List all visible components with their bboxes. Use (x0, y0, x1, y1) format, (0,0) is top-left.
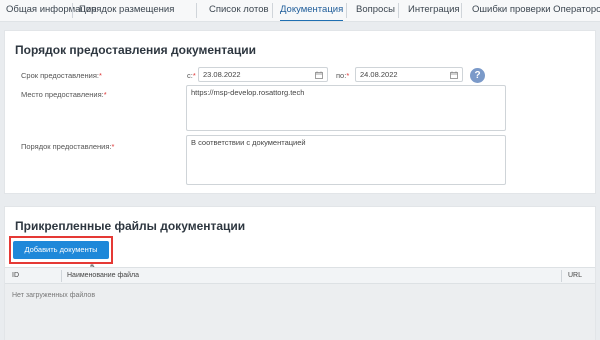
column-url[interactable]: URL (568, 272, 582, 279)
column-file-name[interactable]: Наименование файла (67, 272, 139, 279)
files-table-header: ID Наименование файла URL (5, 267, 595, 284)
date-to-input[interactable]: 24.08.2022 (355, 67, 463, 82)
tab-divider (272, 3, 273, 18)
tab-lot-list[interactable]: Список лотов (209, 0, 269, 21)
from-label: с:* (187, 71, 196, 80)
date-to-value: 24.08.2022 (360, 70, 398, 79)
tab-placement-order[interactable]: Порядок размещения (79, 0, 174, 21)
files-table-body: Нет загруженных файлов (5, 284, 595, 340)
tab-divider (196, 3, 197, 18)
procedure-textarea[interactable]: В соответствии с документацией (186, 135, 506, 185)
tab-bar: Общая информация Порядок размещения Спис… (0, 0, 600, 22)
tab-divider (398, 3, 399, 18)
add-documents-button[interactable]: Добавить документы (13, 241, 109, 259)
tab-operator-errors[interactable]: Ошибки проверки Оператором (472, 0, 600, 21)
panel-title: Порядок предоставления документации (15, 43, 256, 57)
help-icon[interactable]: ? (470, 68, 485, 83)
procedure-value: В соответствии с документацией (191, 138, 306, 147)
panel-title: Прикрепленные файлы документации (15, 219, 246, 233)
place-label: Место предоставления:* (21, 90, 107, 99)
tab-documentation[interactable]: Документация (280, 0, 344, 21)
date-from-value: 23.08.2022 (203, 70, 241, 79)
tab-integration[interactable]: Интеграция (408, 0, 460, 21)
procedure-label: Порядок предоставления:* (21, 142, 115, 151)
attached-files-panel: Прикрепленные файлы документации Добавит… (4, 206, 596, 340)
documentation-order-panel: Порядок предоставления документации Срок… (4, 30, 596, 194)
period-label: Срок предоставления:* (21, 71, 102, 80)
column-divider (561, 270, 562, 282)
to-label: по:* (336, 71, 350, 80)
tab-questions[interactable]: Вопросы (356, 0, 395, 21)
column-divider (61, 270, 62, 282)
calendar-icon[interactable] (315, 71, 323, 79)
date-from-input[interactable]: 23.08.2022 (198, 67, 328, 82)
place-textarea[interactable]: https://msp-develop.rosattorg.tech (186, 85, 506, 131)
calendar-icon[interactable] (450, 71, 458, 79)
tab-divider (72, 3, 73, 18)
place-value: https://msp-develop.rosattorg.tech (191, 88, 305, 97)
tab-divider (461, 3, 462, 18)
tab-divider (346, 3, 347, 18)
column-id[interactable]: ID (12, 272, 19, 279)
empty-table-message: Нет загруженных файлов (12, 292, 96, 299)
